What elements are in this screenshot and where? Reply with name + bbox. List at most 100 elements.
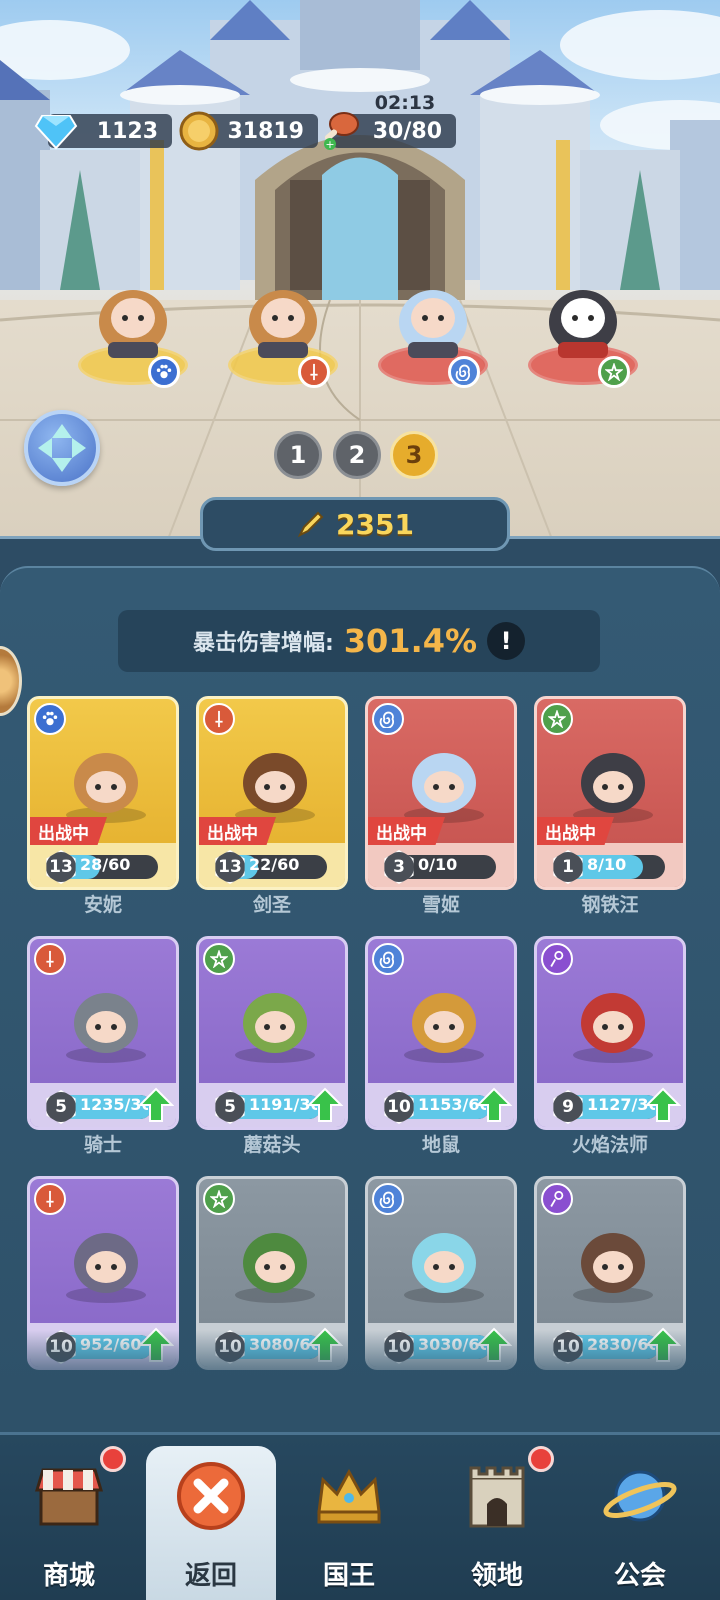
gold-coin-icon [179, 111, 219, 151]
castle-icon [457, 1456, 537, 1536]
dpad-icon [38, 424, 86, 472]
nav-close[interactable]: 返回 [146, 1446, 276, 1600]
hero-portrait [394, 1209, 494, 1309]
level-progress-bar: 28/60 13 [46, 850, 158, 884]
diamond-icon [34, 115, 78, 150]
team-power: 2351 [200, 497, 510, 551]
team-power-value: 2351 [336, 507, 414, 541]
hero-portrait [225, 969, 325, 1069]
hero-shards: 22/60 [249, 855, 300, 874]
level-progress-bar: 1191/30 5 [215, 1090, 321, 1124]
hero-card[interactable]: 出战中 0/10 3 [365, 696, 517, 890]
hero-name: 安妮 [83, 894, 122, 916]
list-fade [0, 1330, 720, 1440]
hero-portrait [56, 969, 156, 1069]
crit-damage-box: 暴击伤害增幅: 301.4% ! [118, 610, 600, 672]
stamina-value: 30/80 [372, 118, 442, 144]
team-page-3[interactable]: 3 [390, 431, 438, 479]
magic-icon [541, 1183, 573, 1215]
info-button[interactable]: ! [487, 622, 526, 660]
level-progress-bar: 8/10 1 [553, 850, 665, 884]
sword-icon [203, 703, 235, 735]
sword-icon [34, 943, 66, 975]
star-icon [598, 356, 630, 388]
hero-name: 骑士 [83, 1134, 122, 1156]
team-hero-1[interactable] [88, 262, 178, 362]
hero-portrait [225, 1209, 325, 1309]
team-scene: 1123 31819 30/80 + 02:13 1 2 3 [0, 0, 720, 560]
hero-name: 剑圣 [252, 894, 291, 916]
level-progress-bar: 1153/60 10 [384, 1090, 490, 1124]
swirl-icon [372, 943, 404, 975]
nav-label: 国王 [322, 1561, 375, 1591]
deployed-tag: 出战中 [30, 817, 107, 845]
nav-label: 返回 [184, 1561, 237, 1591]
hero-card[interactable]: 1127/30 9 [534, 936, 686, 1130]
nav-label: 公会 [613, 1561, 666, 1591]
swirl-icon [372, 703, 404, 735]
team-hero-4[interactable] [538, 262, 628, 362]
paw-icon [34, 703, 66, 735]
hero-card[interactable]: 出战中 28/60 13 [27, 696, 179, 890]
sword-icon [34, 1183, 66, 1215]
hero-card[interactable]: 1191/30 5 [196, 936, 348, 1130]
team-hero-2[interactable] [238, 262, 328, 362]
hero-portrait [563, 1209, 663, 1309]
shop-icon [29, 1456, 109, 1536]
upgrade-arrow-icon[interactable] [306, 1087, 344, 1123]
team-page-1[interactable]: 1 [274, 431, 322, 479]
sword-icon [298, 356, 330, 388]
deployed-tag: 出战中 [537, 817, 614, 845]
hero-name: 蘑菇头 [243, 1134, 301, 1156]
nav-castle[interactable]: 领地 [432, 1446, 562, 1600]
notification-dot [528, 1446, 554, 1472]
hero-name: 雪姬 [421, 894, 460, 916]
star-icon [541, 703, 573, 735]
hero-portrait [56, 729, 156, 829]
notification-dot [100, 1446, 126, 1472]
swirl-icon [448, 356, 480, 388]
level-progress-bar: 0/10 3 [384, 850, 496, 884]
nav-planet[interactable]: 公会 [575, 1446, 705, 1600]
swirl-icon [372, 1183, 404, 1215]
nav-label: 商城 [42, 1561, 95, 1591]
close-icon [171, 1456, 251, 1536]
upgrade-arrow-icon[interactable] [475, 1087, 513, 1123]
hero-name: 火焰法师 [571, 1134, 648, 1156]
hero-portrait [225, 729, 325, 829]
svg-text:+: + [325, 138, 334, 151]
hero-shards: 8/10 [587, 855, 627, 874]
hero-portrait [563, 729, 663, 829]
deployed-tag: 出战中 [199, 817, 276, 845]
nav-label: 领地 [470, 1561, 523, 1591]
hero-name: 钢铁汪 [581, 894, 639, 916]
hero-name: 地鼠 [421, 1134, 460, 1156]
hero-portrait [394, 729, 494, 829]
nav-crown[interactable]: 国王 [284, 1446, 414, 1600]
magic-icon [541, 943, 573, 975]
level-progress-bar: 22/60 13 [215, 850, 327, 884]
team-page-2[interactable]: 2 [333, 431, 381, 479]
sword-power-icon [297, 511, 324, 538]
star-icon [203, 1183, 235, 1215]
stamina-timer: 02:13 [374, 92, 436, 114]
crit-damage-value: 301.4% [343, 622, 478, 660]
formation-button[interactable] [24, 410, 100, 486]
hero-card[interactable]: 出战中 8/10 1 [534, 696, 686, 890]
level-progress-bar: 1127/30 9 [553, 1090, 659, 1124]
hero-shards: 0/10 [418, 855, 458, 874]
hero-card[interactable]: 出战中 22/60 13 [196, 696, 348, 890]
hero-shards: 28/60 [80, 855, 131, 874]
upgrade-arrow-icon[interactable] [137, 1087, 175, 1123]
hero-card[interactable]: 1235/30 5 [27, 936, 179, 1130]
team-hero-3[interactable] [388, 262, 478, 362]
gems-value: 1123 [96, 118, 158, 144]
gold-value: 31819 [227, 118, 304, 144]
upgrade-arrow-icon[interactable] [644, 1087, 682, 1123]
nav-shop[interactable]: 商城 [4, 1446, 134, 1600]
meat-icon: + [324, 112, 359, 151]
hero-card[interactable]: 1153/60 10 [365, 936, 517, 1130]
crit-damage-label: 暴击伤害增幅: [192, 631, 334, 656]
star-icon [203, 943, 235, 975]
level-progress-bar: 1235/30 5 [46, 1090, 152, 1124]
